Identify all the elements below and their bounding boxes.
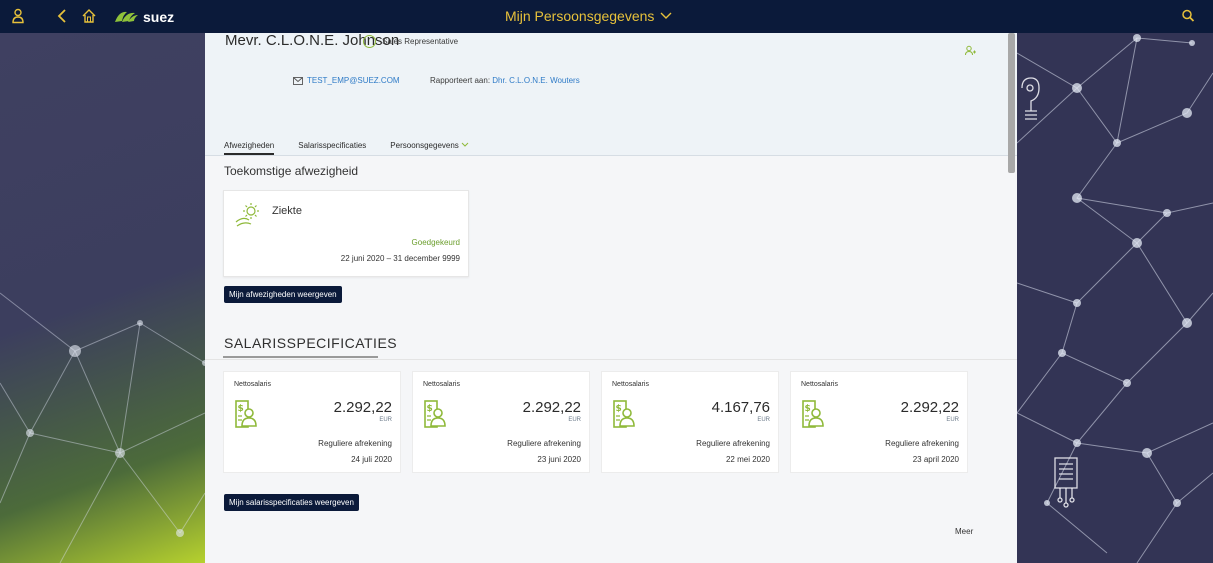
absence-dates: 22 juni 2020 – 31 december 9999 [340, 254, 460, 263]
status-check-icon [363, 35, 376, 48]
future-absence-title: Toekomstige afwezigheid [224, 164, 359, 178]
salary-date: 23 juni 2020 [537, 455, 581, 464]
payslip-icon: $ [235, 400, 257, 433]
salary-currency: EUR [757, 417, 770, 423]
employee-email-link[interactable]: TEST_EMP@SUEZ.COM [307, 76, 400, 85]
salary-type: Reguliere afrekening [696, 439, 770, 448]
salary-currency: EUR [946, 417, 959, 423]
salary-type: Reguliere afrekening [885, 439, 959, 448]
section-divider [205, 359, 1017, 360]
salary-card[interactable]: Nettosalaris $ 2.292,22 EUR Reguliere af… [790, 371, 968, 473]
salary-currency: EUR [379, 417, 392, 423]
manager-link[interactable]: Dhr. C.L.O.N.E. Wouters [492, 76, 579, 85]
tab-persoonsgegevens-label: Persoonsgegevens [390, 141, 459, 150]
payslip-icon: $ [424, 400, 446, 433]
svg-text:$: $ [805, 404, 811, 414]
scrollbar[interactable] [1008, 33, 1015, 173]
svg-text:$: $ [238, 404, 244, 414]
reports-to-label: Rapporteert aan: [430, 76, 491, 85]
chevron-down-icon [461, 142, 469, 147]
user-icon[interactable] [12, 8, 24, 27]
tab-persoonsgegevens[interactable]: Persoonsgegevens [390, 141, 469, 155]
top-bar: suez Mijn Persoonsgegevens [0, 0, 1213, 33]
salary-amount: 2.292,22 [522, 399, 581, 416]
absence-status: Goedgekeurd [411, 238, 460, 247]
main-content: Mevr. C.L.O.N.E. Johnson Sales Represent… [205, 33, 1017, 563]
tab-afwezigheden[interactable]: Afwezigheden [224, 141, 275, 155]
salary-date: 23 april 2020 [912, 455, 959, 464]
employee-header: Mevr. C.L.O.N.E. Johnson Sales Represent… [205, 33, 1017, 156]
salary-amount: 4.167,76 [711, 399, 770, 416]
reports-to-row: Rapporteert aan: Dhr. C.L.O.N.E. Wouters [430, 76, 580, 85]
logo-text: suez [143, 9, 175, 25]
salary-type: Reguliere afrekening [318, 439, 392, 448]
salary-card[interactable]: Nettosalaris $ 4.167,76 EUR Reguliere af… [601, 371, 779, 473]
salary-section-title: SALARISSPECIFICATIES [224, 335, 398, 351]
employee-role: Sales Representative [382, 37, 459, 46]
salary-label: Nettosalaris [234, 381, 271, 388]
absence-card[interactable]: Ziekte Goedgekeurd 22 juni 2020 – 31 dec… [223, 190, 469, 277]
sick-sun-icon [235, 202, 263, 233]
svg-text:$: $ [427, 404, 433, 414]
salary-date: 22 mei 2020 [725, 455, 770, 464]
salary-label: Nettosalaris [612, 381, 649, 388]
people-icon[interactable] [965, 44, 977, 62]
salary-date: 24 juli 2020 [351, 455, 392, 464]
chevron-down-icon [660, 12, 672, 19]
view-payslips-button[interactable]: Mijn salarisspecificaties weergeven [224, 494, 359, 511]
salary-amount: 2.292,22 [900, 399, 959, 416]
tab-bar: Afwezigheden Salarisspecificaties Persoo… [224, 141, 469, 155]
email-row: TEST_EMP@SUEZ.COM [293, 76, 400, 85]
payslip-icon: $ [802, 400, 824, 433]
app-title-menu[interactable]: Mijn Persoonsgegevens [505, 8, 672, 24]
payslip-icon: $ [613, 400, 635, 433]
salary-label: Nettosalaris [801, 381, 838, 388]
salary-card[interactable]: Nettosalaris $ 2.292,22 EUR Reguliere af… [412, 371, 590, 473]
suez-logo[interactable]: suez [113, 8, 174, 26]
salary-currency: EUR [568, 417, 581, 423]
app-title: Mijn Persoonsgegevens [505, 8, 655, 24]
view-absences-button[interactable]: Mijn afwezigheden weergeven [224, 286, 342, 303]
absence-type: Ziekte [272, 205, 302, 217]
left-background-network [0, 33, 205, 563]
back-icon[interactable] [57, 8, 67, 27]
salary-title-underline [223, 356, 378, 358]
svg-text:$: $ [616, 404, 622, 414]
suez-logo-mark-icon [115, 11, 138, 22]
salary-amount: 2.292,22 [333, 399, 392, 416]
more-link[interactable]: Meer [955, 527, 973, 536]
salary-type: Reguliere afrekening [507, 439, 581, 448]
brain-circuit-icon [1021, 77, 1040, 120]
search-icon[interactable] [1181, 8, 1195, 27]
salary-card[interactable]: Nettosalaris $ 2.292,22 EUR Reguliere af… [223, 371, 401, 473]
mail-icon [293, 76, 303, 85]
right-background-network [1017, 33, 1213, 563]
tab-salarisspecificaties[interactable]: Salarisspecificaties [298, 141, 366, 155]
salary-label: Nettosalaris [423, 381, 460, 388]
home-icon[interactable] [82, 8, 96, 27]
